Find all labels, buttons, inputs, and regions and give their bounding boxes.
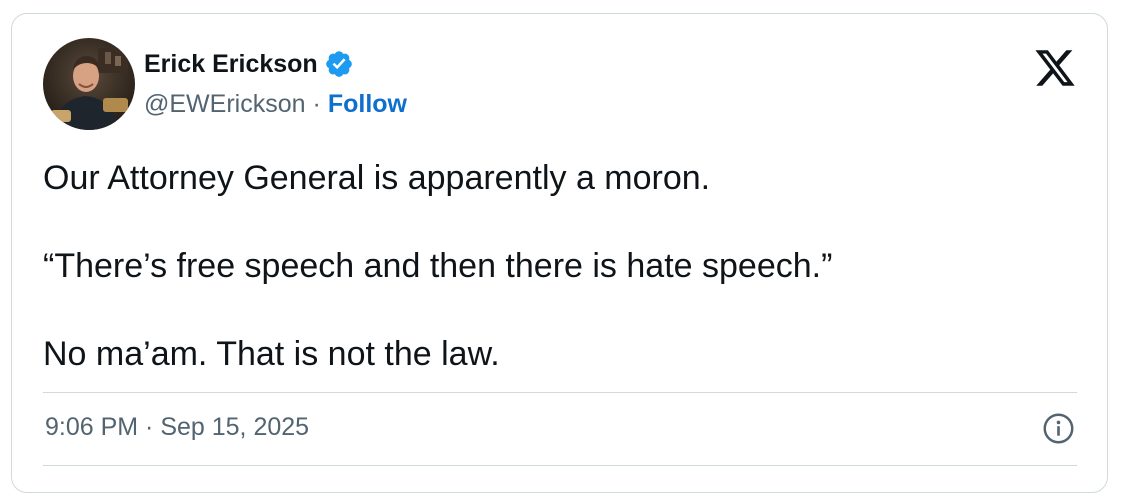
x-logo-icon[interactable] xyxy=(1033,48,1077,88)
tweet-body: Our Attorney General is apparently a mor… xyxy=(43,157,1073,375)
author-display-name[interactable]: Erick Erickson xyxy=(144,50,318,79)
follow-button[interactable]: Follow xyxy=(328,90,407,119)
author-handle[interactable]: @EWErickson xyxy=(144,90,306,119)
tweet-paragraph: Our Attorney General is apparently a mor… xyxy=(43,159,711,197)
author-name-row: Erick Erickson xyxy=(144,47,354,81)
divider xyxy=(43,465,1077,466)
author-avatar[interactable] xyxy=(43,38,135,130)
separator-dot: · xyxy=(312,89,321,118)
avatar-photo xyxy=(43,38,135,130)
tweet-timestamp[interactable]: 9:06 PM · Sep 15, 2025 xyxy=(45,413,309,442)
author-handle-row: @EWErickson · Follow xyxy=(144,87,407,121)
tweet-card: Erick Erickson @EWErickson · Follow Our … xyxy=(11,13,1108,493)
tweet-paragraph: No ma’am. That is not the law. xyxy=(43,335,500,373)
tweet-paragraph: “There’s free speech and then there is h… xyxy=(43,247,833,285)
divider xyxy=(43,392,1077,393)
info-icon[interactable] xyxy=(1042,412,1075,445)
verified-badge-icon xyxy=(324,49,354,79)
